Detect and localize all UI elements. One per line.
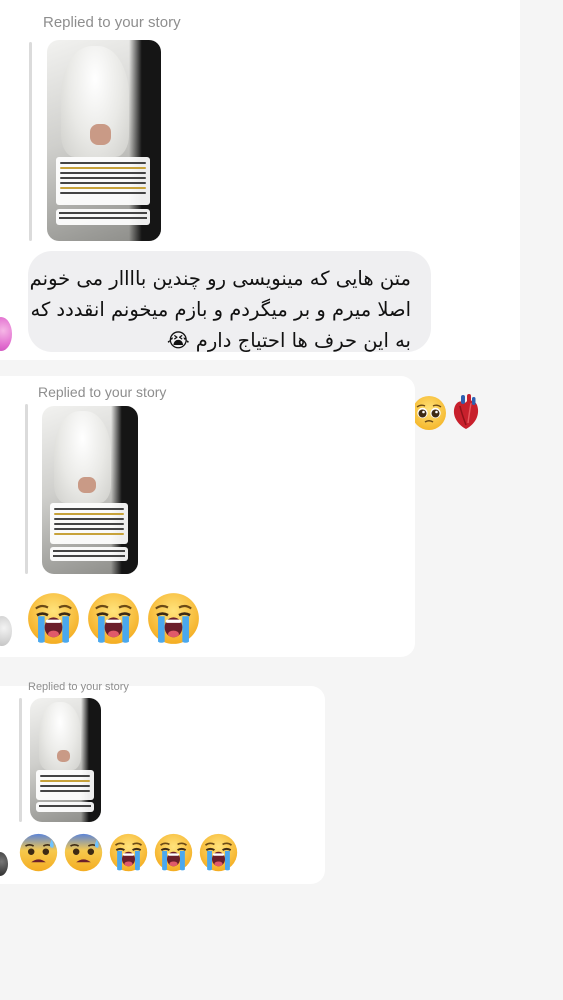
emoji-message[interactable] bbox=[27, 592, 200, 645]
story-thumbnail[interactable] bbox=[42, 406, 138, 574]
anxious-face-with-sweat-icon bbox=[64, 833, 103, 872]
reply-quote-bar bbox=[29, 42, 32, 241]
loudly-crying-face-icon bbox=[27, 592, 80, 645]
story-thumbnail[interactable] bbox=[30, 698, 101, 822]
message-text-line: به این حرف ها احتیاج دارم 😭 bbox=[166, 329, 411, 352]
reply-quote-bar bbox=[19, 698, 22, 822]
emoji-message[interactable] bbox=[19, 833, 238, 872]
message-text-line: اصلا میرم و بر میگردم و بازم میخونم انقد… bbox=[30, 298, 412, 321]
anatomical-heart-icon bbox=[449, 393, 483, 431]
message-text-line: متن هایی که مینویسی رو چندین باااار می خ… bbox=[29, 267, 411, 290]
message-bubble[interactable]: متن هایی که مینویسی رو چندین باااار می خ… bbox=[28, 251, 431, 352]
replied-to-story-label: Replied to your story bbox=[38, 384, 167, 400]
chat-screen: Replied to your story متن هایی که مینویس… bbox=[0, 0, 563, 1000]
replied-to-story-label: Replied to your story bbox=[28, 681, 129, 693]
message-reactions[interactable] bbox=[411, 393, 483, 431]
loudly-crying-face-icon bbox=[109, 833, 148, 872]
loudly-crying-face-icon bbox=[87, 592, 140, 645]
replied-to-story-label: Replied to your story bbox=[43, 14, 181, 31]
loudly-crying-face-icon bbox=[199, 833, 238, 872]
pleading-face-icon bbox=[411, 395, 447, 431]
anxious-face-with-sweat-icon bbox=[19, 833, 58, 872]
loudly-crying-face-icon bbox=[147, 592, 200, 645]
loudly-crying-face-icon bbox=[154, 833, 193, 872]
reply-quote-bar bbox=[25, 404, 28, 574]
story-thumbnail[interactable] bbox=[47, 40, 161, 241]
